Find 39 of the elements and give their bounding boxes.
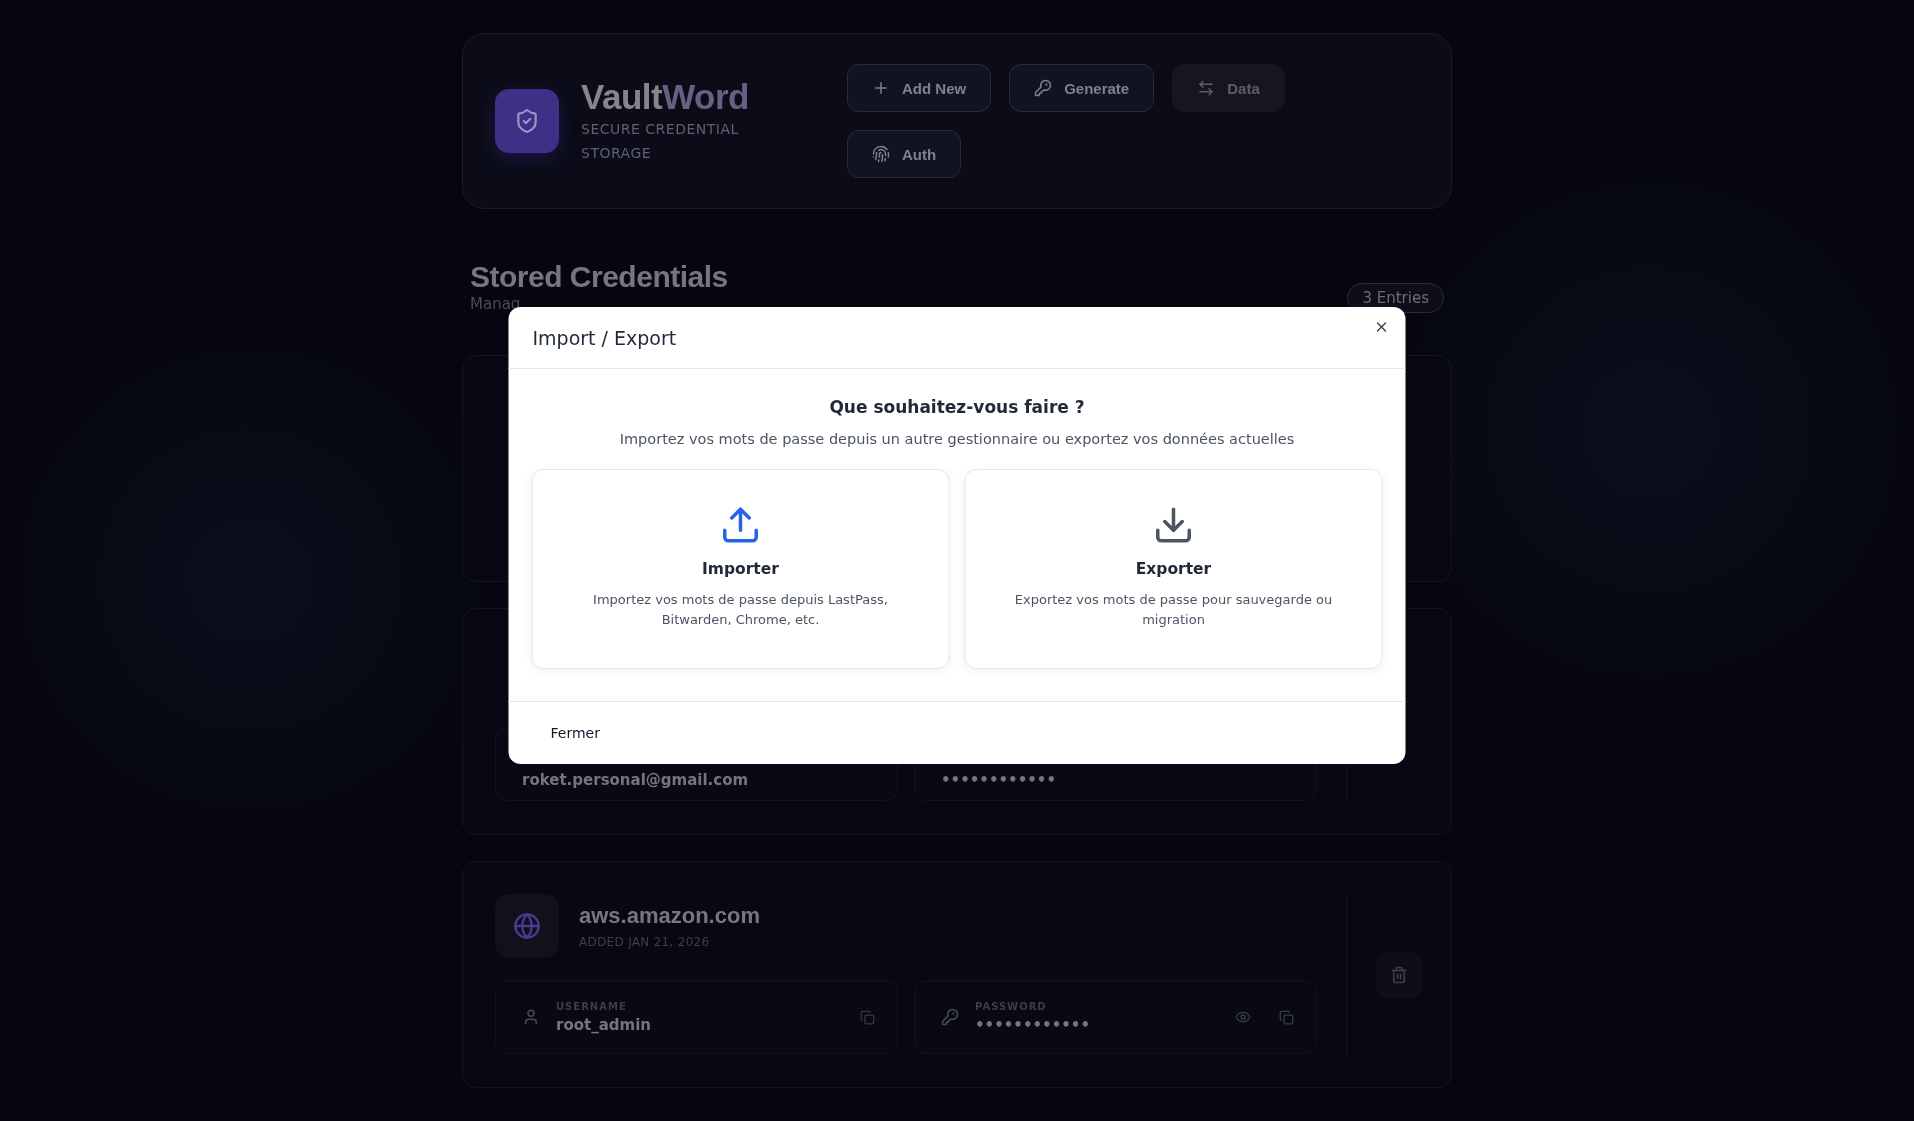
copy-icon: [860, 1009, 875, 1025]
site-name: aws.amazon.com: [579, 903, 760, 929]
username-value: roket.personal@gmail.com: [522, 771, 750, 789]
globe-icon: [495, 894, 559, 958]
key-icon: [941, 1008, 959, 1026]
plus-icon: [872, 79, 890, 97]
option-description: Importez vos mots de passe depuis LastPass, Bitwarden, Chrome, etc.: [592, 591, 889, 629]
dialog-title: Import / Export: [532, 326, 677, 349]
password-value: ••••••••••••: [975, 1015, 1092, 1034]
app-name: VaultWord: [581, 76, 750, 118]
key-icon: [1034, 79, 1053, 97]
user-icon: [522, 1008, 540, 1026]
eye-button[interactable]: [1235, 1009, 1251, 1025]
copy-button[interactable]: [860, 1009, 875, 1025]
export-option[interactable]: Exporter Exportez vos mots de passe pour sauvegarde ou migration: [964, 469, 1383, 669]
copy-button[interactable]: [1279, 1009, 1294, 1025]
shield-icon: [495, 89, 559, 153]
data-button[interactable]: Data: [1172, 64, 1285, 112]
option-title: Exporter: [1135, 560, 1212, 578]
swap-arrows-icon: [1197, 79, 1216, 97]
dialog-description: Importez vos mots de passe depuis un autre gestionnaire ou exportez vos données actuelles: [619, 431, 1295, 447]
import-option[interactable]: Importer Importez vos mots de passe depuis LastPass, Bitwarden, Chrome, etc.: [531, 469, 950, 669]
close-text-button[interactable]: Fermer: [550, 721, 600, 745]
tagline: SECURE CREDENTIAL STORAGE: [581, 120, 740, 164]
option-title: Importer: [702, 560, 779, 578]
delete-button[interactable]: [1376, 951, 1422, 998]
trash-icon: [1390, 965, 1408, 984]
copy-icon: [1279, 1009, 1294, 1025]
generate-button[interactable]: Generate: [1009, 64, 1155, 112]
section-title: Stored Credentials: [470, 261, 728, 293]
username-value: root_admin: [556, 1015, 652, 1034]
fingerprint-icon: [872, 145, 890, 163]
dialog-question: Que souhaitez-vous faire ?: [829, 397, 1085, 417]
password-value: ••••••••••••: [941, 771, 1058, 789]
auth-button[interactable]: Auth: [847, 130, 962, 178]
eye-icon: [1235, 1009, 1251, 1025]
add-button[interactable]: Add New: [847, 64, 992, 112]
option-description: Exportez vos mots de passe pour sauvegarde ou migration: [1013, 591, 1334, 629]
added-date: ADDED JAN 21, 2026: [579, 935, 711, 949]
